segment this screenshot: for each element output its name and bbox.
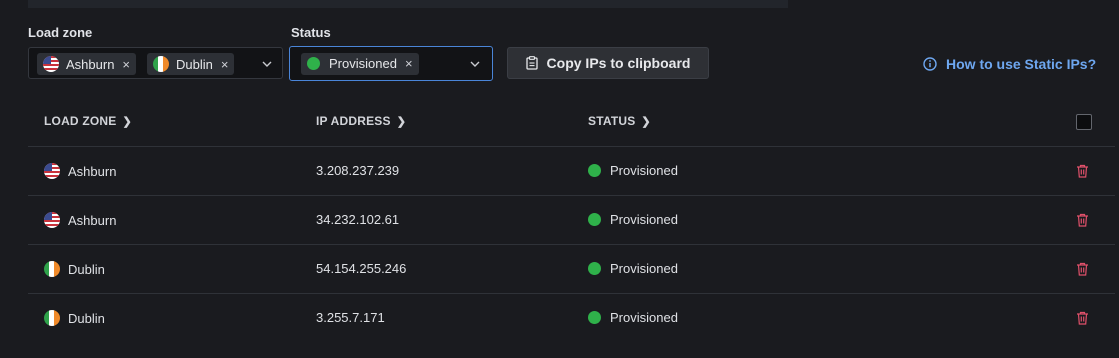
ip-cell: 54.154.255.246	[316, 261, 407, 276]
ireland-flag-icon	[44, 261, 60, 277]
status-cell: Provisioned	[588, 212, 678, 227]
trash-icon[interactable]	[1076, 164, 1089, 178]
load-zone-label: Load zone	[28, 25, 93, 40]
status-select[interactable]: Provisioned ×	[289, 46, 493, 81]
select-all-checkbox[interactable]	[1076, 114, 1092, 130]
trash-icon[interactable]	[1076, 213, 1089, 227]
static-ips-table: LOAD ZONE ❯ IP ADDRESS ❯ STATUS ❯ Ashburn 3…	[28, 95, 1115, 342]
chevron-down-icon[interactable]	[262, 61, 272, 67]
status-dot-icon	[588, 311, 601, 324]
copy-ips-label: Copy IPs to clipboard	[546, 55, 691, 71]
status-label: Status	[291, 25, 331, 40]
clipboard-icon	[525, 56, 538, 70]
zone-cell: Dublin	[44, 310, 105, 326]
load-zone-select[interactable]: Ashburn × Dublin ×	[28, 47, 283, 79]
copy-ips-button[interactable]: Copy IPs to clipboard	[507, 47, 709, 79]
table-row: Ashburn 3.208.237.239 Provisioned	[28, 147, 1115, 196]
remove-dublin-icon[interactable]: ×	[221, 58, 229, 71]
ip-cell: 3.255.7.171	[316, 310, 385, 325]
chip-provisioned: Provisioned ×	[301, 52, 419, 75]
status-dot-icon	[588, 262, 601, 275]
status-dot-icon	[307, 57, 320, 70]
chevron-down-icon[interactable]	[470, 61, 480, 67]
chip-label: Provisioned	[329, 56, 397, 71]
header-ip-address[interactable]: IP ADDRESS ❯	[316, 114, 406, 128]
zone-label: Ashburn	[68, 212, 117, 228]
chevron-right-icon: ❯	[122, 116, 132, 128]
chip-dublin: Dublin ×	[147, 53, 235, 75]
zone-label: Dublin	[68, 310, 105, 326]
status-dot-icon	[588, 164, 601, 177]
how-to-static-ips-link[interactable]: How to use Static IPs?	[923, 55, 1096, 73]
top-panel-edge	[28, 0, 788, 8]
chip-label: Ashburn	[66, 56, 115, 72]
status-label: Provisioned	[610, 261, 678, 276]
header-label: STATUS	[588, 114, 636, 128]
table-row: Dublin 3.255.7.171 Provisioned	[28, 294, 1115, 342]
trash-icon[interactable]	[1076, 311, 1089, 325]
remove-provisioned-icon[interactable]: ×	[405, 57, 413, 70]
header-status[interactable]: STATUS ❯	[588, 114, 651, 128]
status-label: Provisioned	[610, 310, 678, 325]
trash-icon[interactable]	[1076, 262, 1089, 276]
status-label: Provisioned	[610, 163, 678, 178]
ireland-flag-icon	[153, 56, 169, 72]
remove-ashburn-icon[interactable]: ×	[122, 58, 130, 71]
status-cell: Provisioned	[588, 163, 678, 178]
ireland-flag-icon	[44, 310, 60, 326]
ip-cell: 3.208.237.239	[316, 163, 400, 178]
status-cell: Provisioned	[588, 310, 678, 325]
table-row: Ashburn 34.232.102.61 Provisioned	[28, 196, 1115, 245]
status-label: Provisioned	[610, 212, 678, 227]
chip-label: Dublin	[176, 56, 213, 72]
header-label: IP ADDRESS	[316, 114, 391, 128]
how-to-label: How to use Static IPs?	[946, 56, 1097, 72]
header-label: LOAD ZONE	[44, 114, 117, 128]
info-icon	[923, 57, 937, 71]
us-flag-icon	[44, 212, 60, 228]
chevron-right-icon: ❯	[641, 116, 651, 128]
chip-ashburn: Ashburn ×	[37, 53, 137, 75]
us-flag-icon	[43, 56, 59, 72]
zone-cell: Ashburn	[44, 163, 116, 179]
header-load-zone[interactable]: LOAD ZONE ❯	[44, 114, 132, 128]
table-row: Dublin 54.154.255.246 Provisioned	[28, 245, 1115, 294]
us-flag-icon	[44, 163, 60, 179]
ip-cell: 34.232.102.61	[316, 212, 400, 227]
zone-cell: Dublin	[44, 261, 105, 277]
chevron-right-icon: ❯	[396, 116, 407, 128]
zone-label: Dublin	[68, 261, 105, 277]
status-cell: Provisioned	[588, 261, 678, 276]
zone-cell: Ashburn	[44, 212, 116, 228]
table-header: LOAD ZONE ❯ IP ADDRESS ❯ STATUS ❯	[28, 95, 1115, 147]
zone-label: Ashburn	[68, 163, 117, 179]
status-dot-icon	[588, 213, 601, 226]
